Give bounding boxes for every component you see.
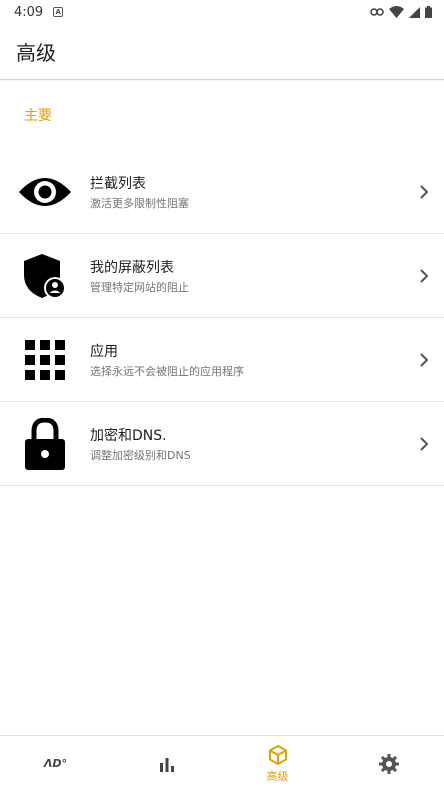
nav-item-stats[interactable] [111,736,222,791]
list-item-encryption-dns[interactable]: 加密和DNS. 调整加密级别和DNS [0,402,444,486]
chevron-right-icon [404,402,444,486]
eye-icon [0,150,90,234]
settings-list: 拦截列表 激活更多限制性阻塞 我的屏蔽列表 管理特定网站的阻止 应用 选择永远不… [0,150,444,486]
apps-grid-icon [0,318,90,402]
vpn-key-icon [370,8,384,16]
list-item-title: 加密和DNS. [90,427,167,444]
nav-item-ads[interactable]: ΛD° [0,736,111,791]
chevron-right-icon [404,150,444,234]
nav-item-settings[interactable] [333,736,444,791]
package-icon [268,744,287,765]
status-bar: 4:09 A [0,0,444,24]
app-bar: 高级 [0,24,444,80]
stats-icon [159,757,174,772]
list-item-subtitle: 管理特定网站的阻止 [90,280,189,294]
lock-icon [0,402,90,486]
status-time: 4:09 [14,4,44,20]
shield-user-icon [0,234,90,318]
bottom-navigation: ΛD° 高级 [0,735,444,791]
list-item-subtitle: 激活更多限制性阻塞 [90,196,189,210]
signal-icon [409,6,420,18]
chevron-right-icon [404,234,444,318]
notification-a-icon: A [53,7,64,17]
page-title: 高级 [16,41,56,65]
wifi-icon [389,6,404,18]
list-item-title: 拦截列表 [90,175,146,192]
list-item-title: 应用 [90,343,118,360]
list-item-blocklists[interactable]: 拦截列表 激活更多限制性阻塞 [0,150,444,234]
list-item-title: 我的屏蔽列表 [90,259,174,276]
chevron-right-icon [404,318,444,402]
nav-item-advanced[interactable]: 高级 [222,736,333,791]
ads-icon: ΛD° [43,757,68,770]
gear-icon [378,753,399,774]
list-item-apps[interactable]: 应用 选择永远不会被阻止的应用程序 [0,318,444,402]
section-header: 主要 [24,108,52,124]
list-item-subtitle: 选择永远不会被阻止的应用程序 [90,364,244,378]
list-item-subtitle: 调整加密级别和DNS [90,448,191,462]
list-item-my-blocklist[interactable]: 我的屏蔽列表 管理特定网站的阻止 [0,234,444,318]
nav-label-advanced: 高级 [266,769,289,783]
battery-icon [425,6,432,18]
